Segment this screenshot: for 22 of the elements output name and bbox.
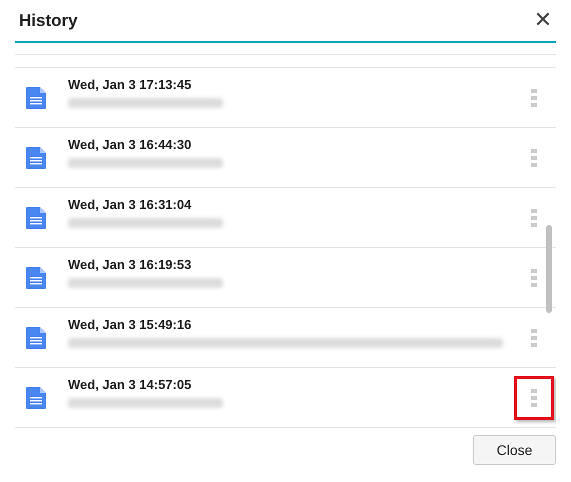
kebab-icon: [531, 268, 537, 286]
entry-time: Wed, Jan 3 17:13:45: [68, 77, 192, 92]
document-icon: [26, 146, 46, 168]
kebab-icon: [531, 208, 537, 226]
document-icon: [26, 386, 46, 408]
scrollbar[interactable]: [546, 225, 552, 313]
more-menu-button[interactable]: [514, 376, 554, 420]
document-icon: [26, 326, 46, 348]
entry-time: Wed, Jan 3 16:44:30: [68, 137, 192, 152]
close-button[interactable]: Close: [473, 435, 556, 465]
kebab-icon: [531, 388, 537, 406]
kebab-icon: [531, 328, 537, 346]
document-icon: [26, 86, 46, 108]
entry-time: Wed, Jan 3 15:49:16: [68, 317, 192, 332]
kebab-icon: [531, 148, 537, 166]
entry-time: Wed, Jan 3 16:19:53: [68, 257, 192, 272]
dialog-title: History: [18, 10, 78, 30]
kebab-icon: [531, 88, 537, 106]
entry-time: Wed, Jan 3 16:31:04: [68, 197, 192, 212]
document-icon: [26, 266, 46, 288]
entry-time: Wed, Jan 3 14:57:05: [68, 377, 192, 392]
document-icon: [26, 206, 46, 228]
